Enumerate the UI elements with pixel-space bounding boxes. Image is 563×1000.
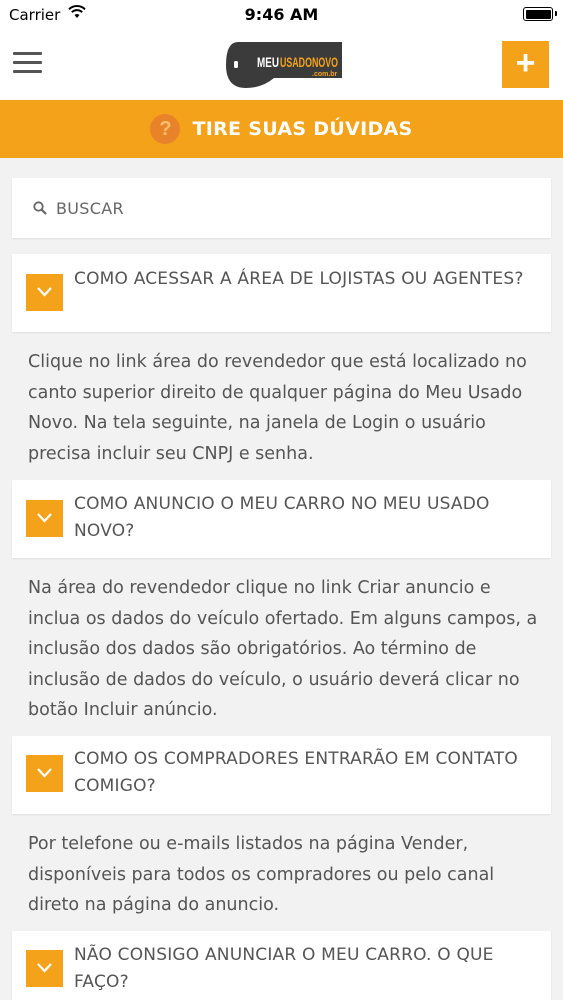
search-icon <box>33 201 47 215</box>
faq-answer-1: Clique no link área do revendedor que es… <box>28 352 527 464</box>
logo-meu: MEU <box>257 54 279 70</box>
faq-question-3[interactable]: COMO OS COMPRADORES ENTRARÃO EM CONTATO … <box>12 736 551 814</box>
battery-icon <box>523 7 557 21</box>
chevron-down-icon[interactable] <box>26 755 63 792</box>
page-title: TIRE SUAS DÚVIDAS <box>192 118 413 140</box>
faq-question-4[interactable]: NÃO CONSIGO ANUNCIAR O MEU CARRO. O QUE … <box>12 931 551 1000</box>
hamburger-menu-icon[interactable] <box>13 52 42 74</box>
search-input[interactable] <box>56 198 526 218</box>
chevron-down-icon[interactable] <box>26 950 63 987</box>
logo-domain: .com.br <box>312 71 338 78</box>
logo[interactable]: MEU USADONOVO .com.br <box>224 40 342 90</box>
nav-bar: MEU USADONOVO .com.br + <box>0 30 563 100</box>
status-time: 9:46 AM <box>244 5 319 24</box>
faq-answer-2: Na área do revendedor clique no link Cri… <box>28 578 538 720</box>
chevron-down-icon[interactable] <box>26 500 63 537</box>
faq-question-text: COMO OS COMPRADORES ENTRARÃO EM CONTATO … <box>74 749 518 796</box>
faq-answer-3: Por telefone ou e-mails listados na pági… <box>28 834 495 915</box>
faq-header: ? TIRE SUAS DÚVIDAS <box>0 100 563 158</box>
status-bar: Carrier 9:46 AM <box>0 0 563 30</box>
faq-question-text: COMO ANUNCIO O MEU CARRO NO MEU USADO NO… <box>74 494 490 541</box>
logo-usadonovo: USADONOVO <box>280 54 338 70</box>
question-mark-icon: ? <box>150 114 181 144</box>
search-box[interactable] <box>12 178 551 238</box>
faq-question-2[interactable]: COMO ANUNCIO O MEU CARRO NO MEU USADO NO… <box>12 480 551 558</box>
chevron-down-icon[interactable] <box>26 274 63 311</box>
faq-question-text: COMO ACESSAR A ÁREA DE LOJISTAS OU AGENT… <box>74 269 524 289</box>
faq-question-text: NÃO CONSIGO ANUNCIAR O MEU CARRO. O QUE … <box>74 945 494 992</box>
add-button[interactable]: + <box>502 41 549 88</box>
faq-question-1[interactable]: COMO ACESSAR A ÁREA DE LOJISTAS OU AGENT… <box>12 254 551 332</box>
